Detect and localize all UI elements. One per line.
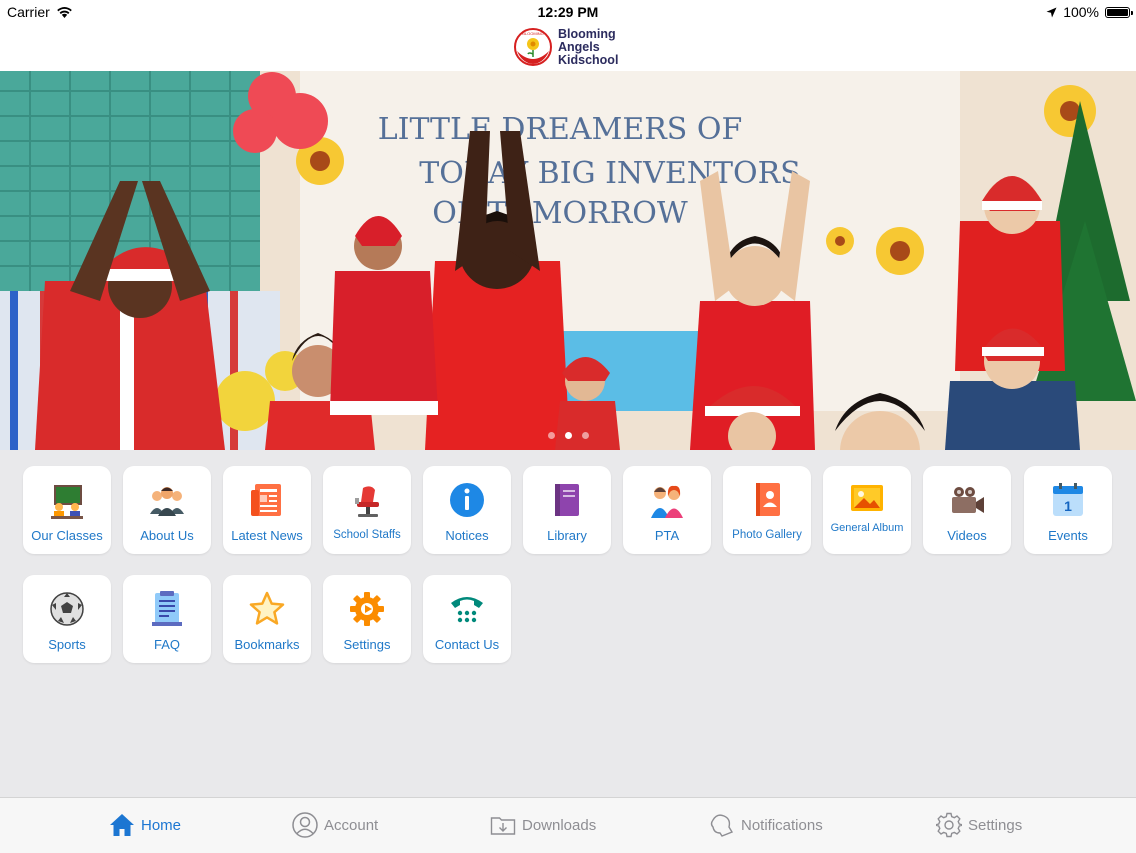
menu-tile-contact-us[interactable]: Contact Us <box>423 575 511 663</box>
banner-photo: LITTLE DREAMERS OF TODAY BIG INVENTORS O… <box>0 71 1136 450</box>
svg-text:BLOOMING: BLOOMING <box>522 31 544 36</box>
home-icon <box>110 814 134 836</box>
menu-tile-about-us[interactable]: About Us <box>123 466 211 554</box>
menu-label: Bookmarks <box>234 637 300 652</box>
gear-icon <box>350 592 384 626</box>
menu-tile-latest-news[interactable]: Latest News <box>223 466 311 554</box>
menu-tile-pta[interactable]: PTA <box>623 466 711 554</box>
video-camera-icon <box>952 487 984 513</box>
menu-tile-faq[interactable]: FAQ <box>123 575 211 663</box>
document-icon <box>152 591 182 626</box>
tab-downloads[interactable]: Downloads <box>490 812 596 838</box>
tab-notifications-label: Notifications <box>741 816 823 834</box>
svg-text:LITTLE DREAMERS OF: LITTLE DREAMERS OF <box>378 112 743 147</box>
menu-label: Photo Gallery <box>732 529 802 541</box>
carousel-dot-2[interactable] <box>564 432 572 439</box>
menu-tile-general-album[interactable]: General Album <box>823 466 911 554</box>
menu-tile-bookmarks[interactable]: Bookmarks <box>223 575 311 663</box>
logo-line-3: Kidschool <box>558 52 619 67</box>
logo-line-1: Blooming <box>558 26 616 41</box>
barber-chair-icon <box>355 486 379 517</box>
newspaper-icon <box>251 484 281 516</box>
battery-icon <box>1105 6 1133 18</box>
logo-line-2: Angels <box>558 39 600 54</box>
menu-label: Videos <box>947 528 987 543</box>
carousel-dot-3[interactable] <box>581 432 589 439</box>
calendar-badge: 1 <box>1064 498 1072 514</box>
tab-home[interactable]: Home <box>109 812 181 838</box>
hero-banner[interactable]: LITTLE DREAMERS OF TODAY BIG INVENTORS O… <box>0 71 1136 450</box>
battery-percent: 100% <box>1063 4 1099 20</box>
soccer-ball-icon <box>50 592 84 626</box>
school-logo-mark: BLOOMING <box>514 28 552 66</box>
tab-notifications[interactable]: Notifications <box>709 812 823 838</box>
menu-label: About Us <box>140 528 194 543</box>
bottom-tab-bar: Home Account Downloads Notifications Set… <box>0 797 1136 853</box>
menu-tile-notices[interactable]: Notices <box>423 466 511 554</box>
tab-account-label: Account <box>324 816 379 834</box>
tab-downloads-label: Downloads <box>522 816 597 834</box>
classroom-icon <box>51 485 83 519</box>
menu-label: Library <box>547 528 587 543</box>
account-icon <box>292 812 318 838</box>
menu-label: School Staffs <box>333 529 401 541</box>
app-header: BLOOMING Blooming Angels Kidschool <box>0 24 1136 72</box>
menu-label: Our Classes <box>31 528 103 543</box>
status-bar: Carrier 12:29 PM 100% <box>0 0 1136 24</box>
tab-account[interactable]: Account <box>292 812 378 838</box>
school-logo: BLOOMING Blooming Angels Kidschool <box>512 27 618 67</box>
tab-home-label: Home <box>141 816 182 834</box>
carousel-pager[interactable] <box>0 426 1136 444</box>
clock: 12:29 PM <box>537 4 599 20</box>
book-icon <box>555 484 579 516</box>
menu-label: Settings <box>343 637 391 652</box>
menu-label: Contact Us <box>434 637 500 652</box>
contact-book-icon <box>756 483 780 516</box>
download-folder-icon <box>490 817 516 835</box>
menu-tile-videos[interactable]: Videos <box>923 466 1011 554</box>
menu-label: General Album <box>830 522 904 534</box>
telephone-icon <box>451 597 483 623</box>
info-icon <box>450 483 484 517</box>
menu-label: PTA <box>654 528 680 543</box>
parents-icon <box>651 485 683 518</box>
location-arrow-icon <box>1046 7 1057 17</box>
calendar-icon: 1 <box>1053 483 1083 516</box>
settings-gear-icon <box>936 812 962 838</box>
menu-tile-school-staffs[interactable]: School Staffs <box>323 466 411 554</box>
menu-label: Latest News <box>231 528 303 543</box>
menu-tile-library[interactable]: Library <box>523 466 611 554</box>
tab-settings-label: Settings <box>968 816 1023 834</box>
carousel-dot-1[interactable] <box>547 432 555 439</box>
menu-tile-events[interactable]: 1 Events <box>1024 466 1112 554</box>
menu-tile-photo-gallery[interactable]: Photo Gallery <box>723 466 811 554</box>
people-icon <box>150 487 184 516</box>
menu-tile-our-classes[interactable]: Our Classes <box>23 466 111 554</box>
menu-tile-settings[interactable]: Settings <box>323 575 411 663</box>
bell-icon <box>710 814 734 837</box>
image-icon <box>851 485 883 511</box>
menu-label: Sports <box>48 637 86 652</box>
menu-label: FAQ <box>153 637 180 652</box>
menu-tile-sports[interactable]: Sports <box>23 575 111 663</box>
tab-settings[interactable]: Settings <box>936 812 1022 838</box>
menu-label: Events <box>1048 528 1088 543</box>
menu-label: Notices <box>445 528 489 543</box>
star-icon <box>249 591 285 625</box>
